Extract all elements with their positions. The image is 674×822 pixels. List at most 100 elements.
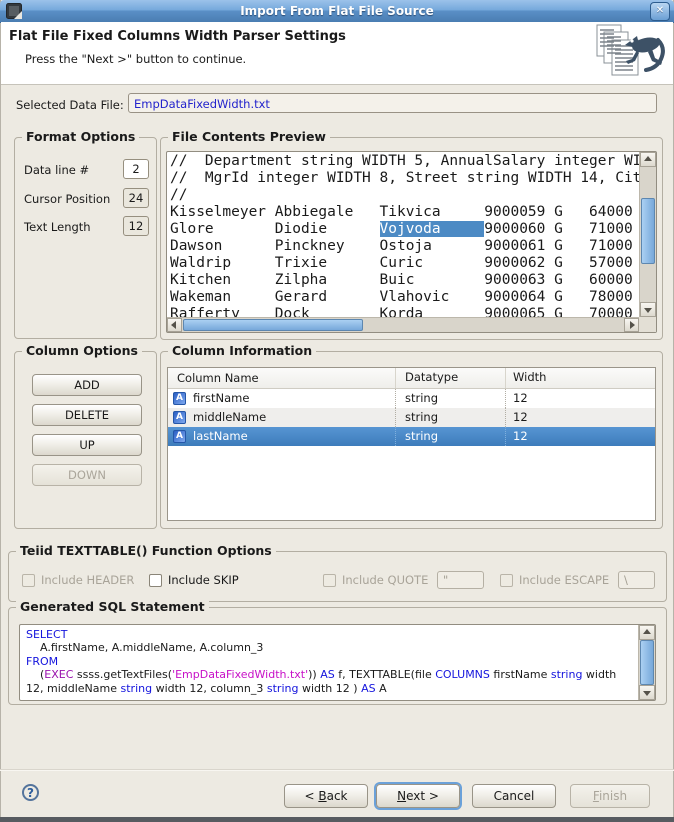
- close-button[interactable]: ✕: [650, 2, 670, 21]
- window-title: Import From Flat File Source: [0, 0, 674, 22]
- data-line-row: Data line # 2: [24, 161, 149, 180]
- page-subtitle: Press the "Next >" button to continue.: [25, 52, 246, 66]
- cancel-button[interactable]: Cancel: [472, 784, 556, 808]
- quote-char-field: ": [437, 571, 484, 589]
- back-button[interactable]: < Back: [284, 784, 368, 808]
- page-title: Flat File Fixed Columns Width Parser Set…: [9, 29, 346, 44]
- button-mnemonic: B: [318, 789, 326, 803]
- down-button: DOWN: [32, 464, 142, 486]
- scroll-down-button[interactable]: [640, 302, 656, 317]
- import-flat-file-dialog: Import From Flat File Source ✕ Flat File…: [0, 0, 674, 822]
- table-row-firstname[interactable]: AfirstName string 12: [168, 389, 655, 408]
- datatype-cell: string: [396, 427, 506, 446]
- scroll-up-button[interactable]: [640, 152, 656, 167]
- include-header-label: Include HEADER: [41, 571, 134, 589]
- column-name-header: Column Name: [168, 368, 396, 388]
- width-cell: 12: [506, 389, 655, 408]
- texttable-options-title: Teiid TEXTTABLE() Function Options: [16, 543, 276, 558]
- checkbox-icon[interactable]: [149, 574, 162, 587]
- text-length-label: Text Length: [24, 220, 91, 234]
- width-cell: 12: [506, 427, 655, 446]
- text-length-row: Text Length 12: [24, 218, 149, 237]
- button-label-part: ack: [327, 789, 348, 803]
- file-preview[interactable]: // Department string WIDTH 5, AnnualSala…: [166, 151, 657, 333]
- selected-data-file-field[interactable]: EmpDataFixedWidth.txt: [128, 93, 657, 113]
- cursor-position-field: 24: [123, 188, 149, 208]
- next-button[interactable]: Next >: [376, 784, 460, 808]
- table-row-lastname-selected[interactable]: AlastName string 12: [168, 427, 655, 446]
- generated-sql-group: Generated SQL Statement SELECT A.firstNa…: [8, 607, 667, 705]
- column-name-cell: middleName: [193, 408, 266, 427]
- width-cell: 12: [506, 408, 655, 427]
- datatype-cell: string: [396, 408, 506, 427]
- include-skip-checkbox[interactable]: Include SKIP: [149, 571, 239, 589]
- add-button[interactable]: ADD: [32, 374, 142, 396]
- sql-statement-box[interactable]: SELECT A.firstName, A.middleName, A.colu…: [19, 624, 656, 701]
- scroll-left-button[interactable]: [167, 318, 182, 332]
- file-preview-title: File Contents Preview: [168, 129, 330, 144]
- column-options-title: Column Options: [22, 343, 142, 358]
- button-label-part: inish: [599, 789, 627, 803]
- window-bottom-edge: [0, 817, 674, 822]
- titlebar: Import From Flat File Source ✕: [0, 0, 674, 23]
- delete-button[interactable]: DELETE: [32, 404, 142, 426]
- button-label-part: ext >: [406, 789, 439, 803]
- sql-scrollbar-thumb[interactable]: [640, 640, 654, 685]
- vertical-scrollbar-thumb[interactable]: [641, 198, 655, 264]
- wizard-banner: Flat File Fixed Columns Width Parser Set…: [1, 22, 673, 85]
- up-button[interactable]: UP: [32, 434, 142, 456]
- string-type-icon: A: [173, 392, 186, 405]
- checkbox-icon: [323, 574, 336, 587]
- table-header: Column Name Datatype Width: [168, 368, 655, 389]
- arrow-up-icon: [643, 629, 651, 634]
- file-preview-group: File Contents Preview // Department stri…: [160, 137, 663, 340]
- width-header: Width: [506, 368, 655, 388]
- include-escape-label: Include ESCAPE: [519, 571, 609, 589]
- column-table: Column Name Datatype Width AfirstName st…: [167, 367, 656, 521]
- escape-char-field: \: [618, 571, 655, 589]
- sql-vertical-scrollbar[interactable]: [638, 625, 655, 700]
- horizontal-scrollbar-thumb[interactable]: [183, 319, 363, 331]
- checkbox-icon: [500, 574, 513, 587]
- include-quote-label: Include QUOTE: [342, 571, 428, 589]
- button-label-part: Cancel: [494, 789, 535, 803]
- arrow-down-icon: [643, 691, 651, 696]
- preview-vertical-scrollbar[interactable]: [639, 152, 656, 317]
- help-button[interactable]: ?: [22, 784, 39, 801]
- data-line-field[interactable]: 2: [123, 159, 149, 179]
- column-information-group: Column Information Column Name Datatype …: [160, 351, 663, 529]
- file-preview-text[interactable]: // Department string WIDTH 5, AnnualSala…: [167, 152, 639, 317]
- scroll-up-button[interactable]: [639, 625, 655, 640]
- help-icon: ?: [27, 786, 34, 800]
- cursor-position-row: Cursor Position 24: [24, 190, 149, 209]
- teiid-wizard-icon: [593, 24, 667, 85]
- cursor-position-label: Cursor Position: [24, 192, 110, 206]
- datatype-cell: string: [396, 389, 506, 408]
- string-type-icon: A: [173, 430, 186, 443]
- close-icon: ✕: [651, 3, 669, 19]
- include-skip-label: Include SKIP: [168, 571, 239, 589]
- finish-button: Finish: [570, 784, 650, 808]
- preview-horizontal-scrollbar[interactable]: [167, 317, 639, 332]
- include-header-checkbox: Include HEADER: [22, 571, 134, 589]
- column-options-group: Column Options ADD DELETE UP DOWN: [14, 351, 157, 529]
- column-information-title: Column Information: [168, 343, 316, 358]
- arrow-left-icon: [171, 321, 176, 329]
- generated-sql-title: Generated SQL Statement: [16, 599, 209, 614]
- format-options-group: Format Options Data line # 2 Cursor Posi…: [14, 137, 157, 339]
- include-escape-checkbox: Include ESCAPE: [500, 571, 609, 589]
- scroll-down-button[interactable]: [639, 685, 655, 700]
- data-line-label: Data line #: [24, 163, 89, 177]
- column-name-cell: firstName: [193, 389, 249, 408]
- table-row-middlename[interactable]: AmiddleName string 12: [168, 408, 655, 427]
- format-options-title: Format Options: [22, 129, 139, 144]
- button-bar: ? < Back Next > Cancel Finish: [0, 769, 674, 818]
- text-length-field: 12: [123, 216, 149, 236]
- button-label-part: <: [304, 789, 318, 803]
- button-mnemonic: N: [397, 789, 406, 803]
- texttable-options-group: Teiid TEXTTABLE() Function Options Inclu…: [8, 551, 667, 602]
- selected-data-file-label: Selected Data File:: [16, 98, 124, 112]
- scroll-right-button[interactable]: [624, 318, 639, 332]
- arrow-up-icon: [644, 156, 652, 161]
- arrow-right-icon: [630, 321, 635, 329]
